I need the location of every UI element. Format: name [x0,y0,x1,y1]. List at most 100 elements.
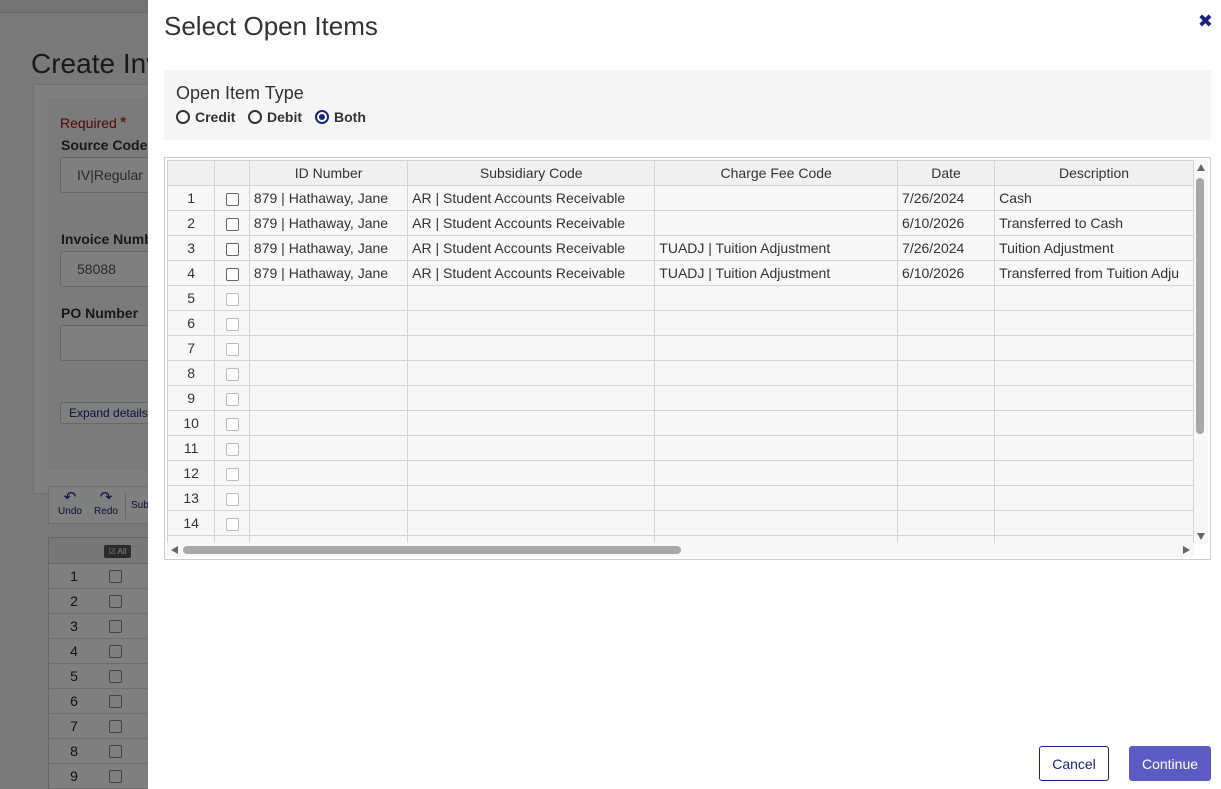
scroll-up-icon[interactable] [1197,164,1205,171]
close-icon[interactable]: ✖ [1198,12,1213,30]
row-number: 7 [167,335,216,361]
cell-charge-fee-code [654,410,899,436]
column-header-description[interactable]: Description [994,160,1194,186]
row-checkbox[interactable] [225,192,239,206]
row-checkbox-cell[interactable] [214,285,250,311]
cell-date: 7/26/2024 [897,235,996,261]
radio-debit[interactable]: Debit [248,109,302,125]
row-checkbox-cell[interactable] [214,460,250,486]
table-row[interactable]: 9 [167,385,1194,411]
row-number: 2 [167,210,216,236]
table-row[interactable]: 14 [167,510,1194,536]
table-row[interactable]: 7 [167,335,1194,361]
row-checkbox[interactable] [225,267,239,281]
row-checkbox[interactable] [225,217,239,231]
row-checkbox-cell[interactable] [214,185,250,211]
continue-button[interactable]: Continue [1129,746,1211,781]
cell-charge-fee-code [654,185,899,211]
cell-charge-fee-code [654,335,899,361]
row-checkbox[interactable] [225,342,239,356]
row-checkbox[interactable] [225,392,239,406]
cell-date [897,485,996,511]
row-checkbox[interactable] [225,367,239,381]
column-header-id-number[interactable]: ID Number [248,160,409,186]
radio-credit-icon[interactable] [176,110,190,124]
cell-charge-fee-code: TUADJ | Tuition Adjustment [654,260,899,286]
column-header-charge-fee-code[interactable]: Charge Fee Code [654,160,899,186]
table-row[interactable]: 1 879 | Hathaway, Jane AR | Student Accoun… [167,185,1194,211]
row-checkbox-cell[interactable] [214,410,250,436]
table-row[interactable]: 10 [167,410,1194,436]
table-row[interactable]: 2 879 | Hathaway, Jane AR | Student Accoun… [167,210,1194,236]
cell-subsidiary-code [407,460,656,486]
radio-both-label: Both [334,109,366,125]
cancel-button[interactable]: Cancel [1039,746,1109,781]
table-row[interactable]: 12 [167,460,1194,486]
cell-date [897,335,996,361]
cell-id-number [248,435,409,461]
cell-date: 6/10/2026 [897,210,996,236]
horizontal-scrollbar[interactable] [167,543,1194,557]
scroll-down-icon[interactable] [1197,533,1205,540]
row-checkbox[interactable] [225,492,239,506]
cell-id-number [248,485,409,511]
cell-id-number [248,335,409,361]
select-open-items-dialog: Select Open Items ✖ Open Item Type Credi… [148,0,1221,789]
cell-date [897,510,996,536]
row-checkbox-cell[interactable] [214,310,250,336]
radio-both[interactable]: Both [315,109,366,125]
row-checkbox[interactable] [225,417,239,431]
table-row[interactable]: 11 [167,435,1194,461]
scroll-right-icon[interactable] [1183,546,1190,554]
open-item-type-label: Open Item Type [176,83,304,103]
row-checkbox[interactable] [225,517,239,531]
column-header-subsidiary-code[interactable]: Subsidiary Code [407,160,656,186]
row-checkbox[interactable] [225,292,239,306]
cell-date [897,435,996,461]
row-checkbox-cell[interactable] [214,335,250,361]
vertical-scrollbar[interactable] [1194,160,1208,544]
table-row[interactable]: 3 879 | Hathaway, Jane AR | Student Accoun… [167,235,1194,261]
row-checkbox-cell[interactable] [214,385,250,411]
horizontal-scroll-thumb[interactable] [183,546,681,554]
row-checkbox[interactable] [225,467,239,481]
cell-charge-fee-code: TUADJ | Tuition Adjustment [654,235,899,261]
table-row[interactable]: 5 [167,285,1194,311]
cell-charge-fee-code [654,310,899,336]
column-header-date[interactable]: Date [897,160,996,186]
table-row[interactable]: 4 879 | Hathaway, Jane AR | Student Accoun… [167,260,1194,286]
table-row[interactable]: 6 [167,310,1194,336]
cell-charge-fee-code [654,485,899,511]
row-number: 8 [167,360,216,386]
radio-credit-label: Credit [195,109,236,125]
row-number: 5 [167,285,216,311]
column-header-select [214,160,250,186]
row-checkbox-cell[interactable] [214,485,250,511]
row-number: 9 [167,385,216,411]
row-checkbox[interactable] [225,442,239,456]
radio-debit-icon[interactable] [248,110,262,124]
row-checkbox-cell[interactable] [214,510,250,536]
scroll-left-icon[interactable] [171,546,178,554]
cell-description [994,310,1194,336]
cell-id-number: 879 | Hathaway, Jane [248,235,409,261]
row-number: 3 [167,235,216,261]
row-checkbox-cell[interactable] [214,210,250,236]
cell-charge-fee-code [654,385,899,411]
radio-both-icon[interactable] [315,110,329,124]
open-item-type-panel: Open Item Type Credit Debit Both [164,70,1211,140]
row-checkbox[interactable] [225,242,239,256]
table-row[interactable]: 8 [167,360,1194,386]
row-checkbox-cell[interactable] [214,235,250,261]
row-number: 4 [167,260,216,286]
table-row[interactable]: 13 [167,485,1194,511]
cell-subsidiary-code [407,310,656,336]
radio-credit[interactable]: Credit [176,109,235,125]
row-checkbox-cell[interactable] [214,435,250,461]
cell-id-number: 879 | Hathaway, Jane [248,210,409,236]
row-checkbox-cell[interactable] [214,260,250,286]
vertical-scroll-thumb[interactable] [1196,178,1204,434]
row-number: 12 [167,460,216,486]
row-checkbox[interactable] [225,317,239,331]
row-checkbox-cell[interactable] [214,360,250,386]
